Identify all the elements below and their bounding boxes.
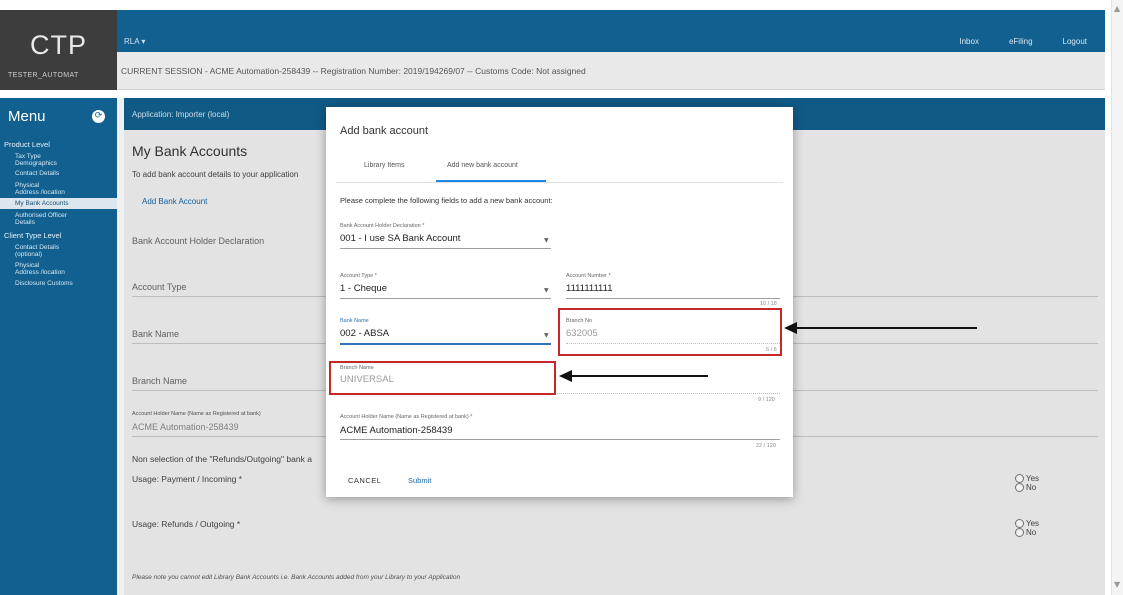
efiling-link[interactable]: eFiling bbox=[1009, 37, 1033, 46]
product-level-heading: Product Level bbox=[4, 140, 50, 149]
account-type-field-underline bbox=[340, 298, 551, 299]
application-window: RLA ▾ Inbox eFiling Logout CTP TESTER_AU… bbox=[0, 0, 1111, 595]
dialog-title: Add bank account bbox=[340, 125, 429, 137]
holder-declaration-underline bbox=[340, 248, 551, 249]
top-links: Inbox eFiling Logout bbox=[959, 37, 1087, 46]
sidebar-item-authorised-officer[interactable]: Authorised Officer Details bbox=[0, 212, 117, 226]
holder-name-counter: 22 / 120 bbox=[756, 443, 776, 449]
bank-name-field-label: Bank Name bbox=[340, 318, 369, 324]
bank-name-underline-focused bbox=[340, 343, 551, 345]
cancel-button[interactable]: CANCEL bbox=[348, 476, 381, 485]
vertical-scrollbar[interactable]: ▲ ▼ bbox=[1111, 0, 1123, 595]
logo-text: CTP bbox=[30, 30, 87, 60]
holder-name-field-label: Account Holder Name (Name as Registered … bbox=[340, 414, 473, 420]
sidebar-item-tax-type[interactable]: Tax Type Demographics bbox=[0, 153, 117, 167]
holder-declaration-field-label: Bank Account Holder Declaration * bbox=[340, 223, 425, 229]
submit-button[interactable]: Submit bbox=[408, 476, 431, 485]
account-type-select[interactable]: 1 - Cheque bbox=[340, 283, 387, 294]
arrow-shaft bbox=[571, 375, 708, 377]
logo: CTP TESTER_AUTOMAT bbox=[0, 10, 117, 90]
rla-dropdown[interactable]: RLA ▾ bbox=[124, 37, 145, 46]
branch-name-counter: 9 / 120 bbox=[758, 397, 775, 403]
refresh-icon[interactable]: ⟳ bbox=[92, 110, 105, 123]
holder-name-field-underline bbox=[340, 439, 780, 440]
menu-title: Menu bbox=[8, 108, 46, 125]
chevron-down-icon[interactable]: ▼ bbox=[544, 287, 549, 294]
account-type-field-label: Account Type * bbox=[340, 273, 377, 279]
session-bar: CURRENT SESSION - ACME Automation-258439… bbox=[117, 52, 1105, 90]
tab-divider bbox=[336, 182, 783, 183]
sidebar-item-physical-address[interactable]: Physical Address /location bbox=[0, 182, 117, 196]
logout-link[interactable]: Logout bbox=[1063, 37, 1087, 46]
chevron-down-icon[interactable]: ▼ bbox=[544, 332, 549, 339]
scroll-up-icon[interactable]: ▲ bbox=[1114, 4, 1120, 13]
add-bank-account-dialog: Add bank account Library Items Add new b… bbox=[326, 107, 793, 497]
account-number-counter: 10 / 18 bbox=[760, 301, 777, 307]
account-number-field-label: Account Number * bbox=[566, 273, 611, 279]
sidebar-item-my-bank-accounts[interactable]: My Bank Accounts bbox=[0, 198, 117, 209]
client-level-heading: Client Type Level bbox=[4, 231, 62, 240]
tab-library-items[interactable]: Library Items bbox=[364, 162, 404, 169]
holder-name-input[interactable]: ACME Automation-258439 bbox=[340, 425, 452, 436]
inbox-link[interactable]: Inbox bbox=[959, 37, 979, 46]
sidebar-item-client-contact[interactable]: Contact Details (optional) bbox=[0, 244, 117, 258]
chevron-down-icon[interactable]: ▼ bbox=[544, 237, 549, 244]
dialog-instructions: Please complete the following fields to … bbox=[340, 196, 553, 205]
sidebar-item-disclosure-customs[interactable]: Disclosure Customs bbox=[0, 280, 117, 287]
tab-add-new-bank-account[interactable]: Add new bank account bbox=[447, 162, 518, 169]
logged-in-user: TESTER_AUTOMAT bbox=[8, 72, 79, 79]
sidebar-item-client-physical-address[interactable]: Physical Address /location bbox=[0, 262, 117, 276]
branch-no-highlight-box bbox=[558, 308, 782, 356]
branch-name-highlight-box bbox=[329, 361, 556, 395]
account-number-underline bbox=[566, 298, 780, 299]
sidebar-item-contact-details[interactable]: Contact Details bbox=[0, 170, 117, 177]
account-number-input[interactable]: 1111111111 bbox=[566, 283, 613, 294]
scroll-down-icon[interactable]: ▼ bbox=[1114, 580, 1120, 589]
bank-name-select[interactable]: 002 - ABSA bbox=[340, 328, 389, 339]
top-navigation-bar: RLA ▾ Inbox eFiling Logout bbox=[0, 10, 1105, 52]
holder-declaration-select[interactable]: 001 - I use SA Bank Account bbox=[340, 233, 460, 244]
session-info: CURRENT SESSION - ACME Automation-258439… bbox=[121, 66, 586, 76]
arrow-shaft bbox=[796, 327, 977, 329]
sidebar-menu: Menu ⟳ Product Level Tax Type Demographi… bbox=[0, 98, 117, 595]
